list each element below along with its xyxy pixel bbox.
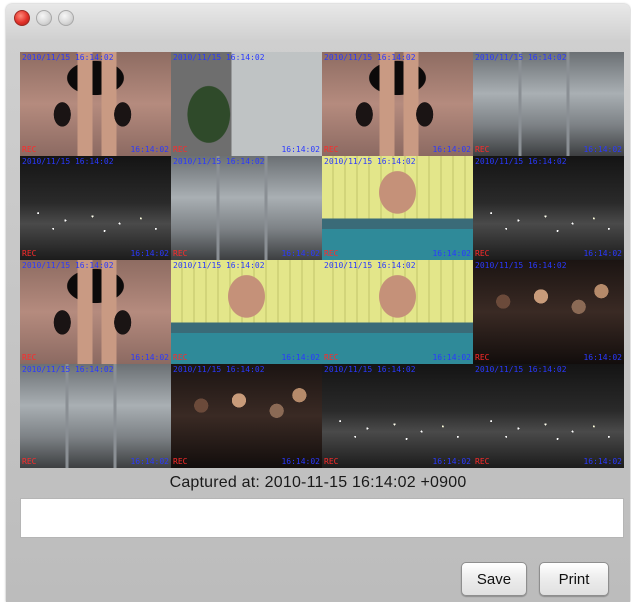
- camera-tile-timestamp: 2010/11/15 16:14:02: [22, 157, 114, 166]
- camera-tile-time: 16:14:02: [130, 249, 169, 258]
- camera-tile-rec-label: REC: [324, 353, 339, 362]
- camera-tile: 2010/11/15 16:14:02 REC 16:14:02: [20, 52, 171, 156]
- camera-tile-rec-label: REC: [22, 353, 37, 362]
- camera-tile-rec-label: REC: [475, 457, 490, 466]
- camera-tile-timestamp: 2010/11/15 16:14:02: [22, 365, 114, 374]
- camera-snapshot-grid: 2010/11/15 16:14:02 REC 16:14:02 2010/11/15…: [20, 52, 624, 468]
- camera-tile-timestamp: 2010/11/15 16:14:02: [173, 365, 265, 374]
- camera-tile-time: 16:14:02: [432, 457, 471, 466]
- camera-tile-rec-label: REC: [22, 145, 37, 154]
- camera-tile-time: 16:14:02: [583, 249, 622, 258]
- camera-tile-timestamp: 2010/11/15 16:14:02: [324, 365, 416, 374]
- camera-tile-rec-label: REC: [173, 249, 188, 258]
- camera-tile-timestamp: 2010/11/15 16:14:02: [475, 365, 567, 374]
- close-window-icon[interactable]: [14, 10, 30, 26]
- camera-tile-time: 16:14:02: [281, 145, 320, 154]
- camera-tile: 2010/11/15 16:14:02 REC 16:14:02: [322, 260, 473, 364]
- camera-tile: 2010/11/15 16:14:02 REC 16:14:02: [473, 156, 624, 260]
- camera-tile-timestamp: 2010/11/15 16:14:02: [324, 261, 416, 270]
- camera-tile-time: 16:14:02: [583, 145, 622, 154]
- camera-tile-rec-label: REC: [324, 457, 339, 466]
- camera-tile: 2010/11/15 16:14:02 REC 16:14:02: [20, 260, 171, 364]
- camera-tile-rec-label: REC: [475, 249, 490, 258]
- title-bar: [6, 4, 630, 40]
- camera-tile-rec-label: REC: [22, 249, 37, 258]
- camera-tile-timestamp: 2010/11/15 16:14:02: [22, 261, 114, 270]
- camera-tile: 2010/11/15 16:14:02 REC 16:14:02: [473, 52, 624, 156]
- camera-tile-time: 16:14:02: [281, 457, 320, 466]
- camera-tile-rec-label: REC: [173, 145, 188, 154]
- camera-tile-time: 16:14:02: [432, 353, 471, 362]
- camera-tile: 2010/11/15 16:14:02 REC 16:14:02: [322, 52, 473, 156]
- camera-tile-timestamp: 2010/11/15 16:14:02: [475, 261, 567, 270]
- camera-tile: 2010/11/15 16:14:02 REC 16:14:02: [171, 260, 322, 364]
- camera-tile: 2010/11/15 16:14:02 REC 16:14:02: [322, 156, 473, 260]
- camera-tile-time: 16:14:02: [432, 249, 471, 258]
- camera-tile-timestamp: 2010/11/15 16:14:02: [324, 53, 416, 62]
- camera-tile: 2010/11/15 16:14:02 REC 16:14:02: [20, 364, 171, 468]
- camera-tile-time: 16:14:02: [130, 353, 169, 362]
- camera-tile: 2010/11/15 16:14:02 REC 16:14:02: [171, 52, 322, 156]
- camera-tile-rec-label: REC: [22, 457, 37, 466]
- camera-tile-rec-label: REC: [173, 353, 188, 362]
- camera-tile-rec-label: REC: [173, 457, 188, 466]
- camera-tile-rec-label: REC: [475, 353, 490, 362]
- zoom-window-icon[interactable]: [58, 10, 74, 26]
- camera-tile-time: 16:14:02: [281, 249, 320, 258]
- captured-timestamp: Captured at: 2010-11-15 16:14:02 +0900: [169, 474, 467, 491]
- camera-tile-rec-label: REC: [324, 249, 339, 258]
- camera-tile-timestamp: 2010/11/15 16:14:02: [475, 53, 567, 62]
- save-button[interactable]: Save: [461, 562, 527, 596]
- camera-tile-time: 16:14:02: [281, 353, 320, 362]
- camera-tile-time: 16:14:02: [432, 145, 471, 154]
- camera-tile-rec-label: REC: [475, 145, 490, 154]
- capture-window: 2010/11/15 16:14:02 REC 16:14:02 2010/11/15…: [6, 4, 630, 602]
- camera-tile-time: 16:14:02: [583, 353, 622, 362]
- camera-tile-time: 16:14:02: [130, 457, 169, 466]
- camera-tile-timestamp: 2010/11/15 16:14:02: [173, 53, 265, 62]
- camera-tile-timestamp: 2010/11/15 16:14:02: [173, 157, 265, 166]
- camera-tile-time: 16:14:02: [130, 145, 169, 154]
- camera-tile-timestamp: 2010/11/15 16:14:02: [173, 261, 265, 270]
- camera-tile-time: 16:14:02: [583, 457, 622, 466]
- minimize-window-icon[interactable]: [36, 10, 52, 26]
- camera-tile: 2010/11/15 16:14:02 REC 16:14:02: [322, 364, 473, 468]
- camera-tile: 2010/11/15 16:14:02 REC 16:14:02: [171, 156, 322, 260]
- camera-tile-rec-label: REC: [324, 145, 339, 154]
- comment-input[interactable]: [20, 498, 624, 538]
- camera-tile-timestamp: 2010/11/15 16:14:02: [22, 53, 114, 62]
- camera-tile-timestamp: 2010/11/15 16:14:02: [324, 157, 416, 166]
- camera-tile: 2010/11/15 16:14:02 REC 16:14:02: [171, 364, 322, 468]
- print-button[interactable]: Print: [539, 562, 609, 596]
- camera-tile: 2010/11/15 16:14:02 REC 16:14:02: [20, 156, 171, 260]
- camera-tile-timestamp: 2010/11/15 16:14:02: [475, 157, 567, 166]
- camera-tile: 2010/11/15 16:14:02 REC 16:14:02: [473, 260, 624, 364]
- camera-tile: 2010/11/15 16:14:02 REC 16:14:02: [473, 364, 624, 468]
